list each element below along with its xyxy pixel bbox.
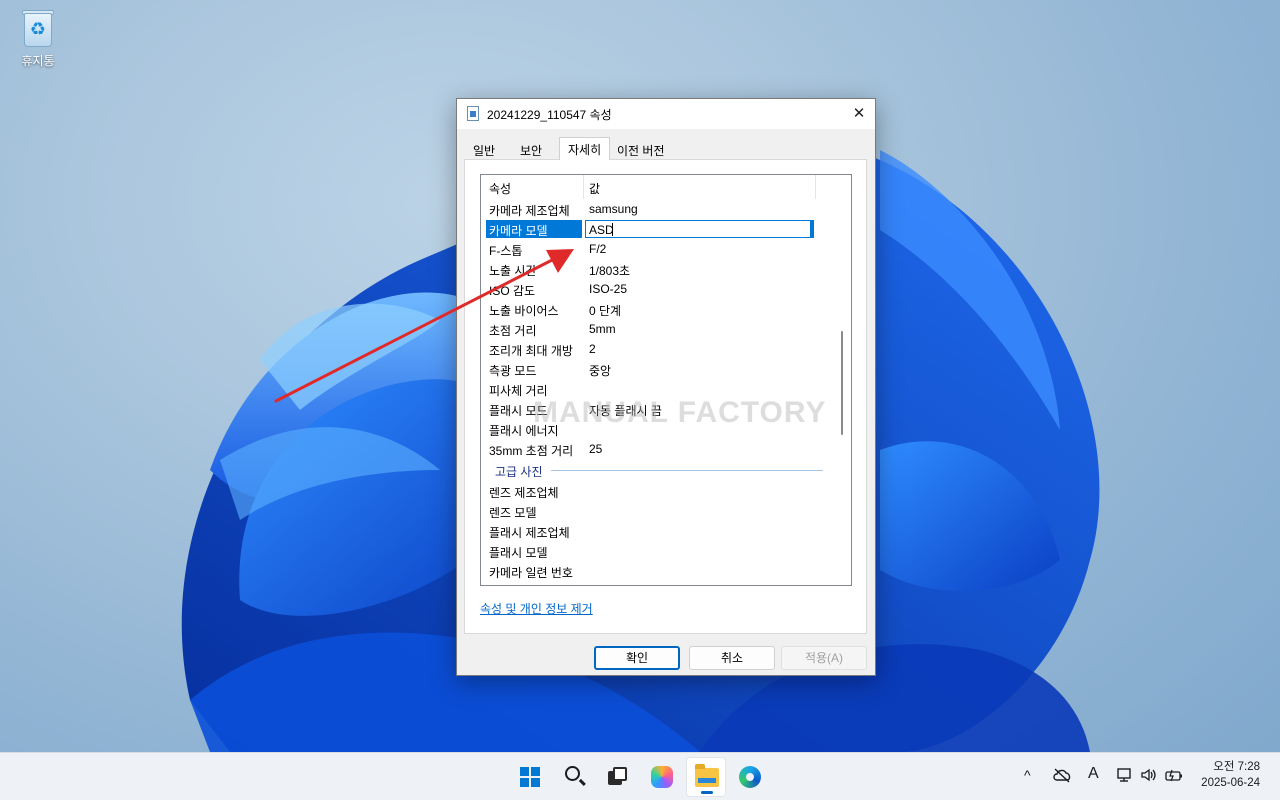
property-name: 조리개 최대 개방 [489, 344, 573, 358]
start-button[interactable] [510, 757, 550, 797]
cancel-button[interactable]: 취소 [689, 646, 775, 670]
tab-general[interactable]: 일반 [465, 139, 503, 159]
search-button[interactable] [554, 757, 594, 797]
tab-previous-versions[interactable]: 이전 버전 [609, 139, 673, 159]
list-item[interactable]: 측광 모드 중앙 [481, 359, 835, 379]
list-item[interactable]: 플래시 제조업체 [481, 521, 835, 541]
taskbar: ^ A 오전 7:28 2025-06-24 [0, 752, 1280, 800]
list-item[interactable]: 35mm 초점 거리 25 [481, 439, 835, 459]
property-name: F-스톱 [489, 244, 523, 258]
list-item[interactable]: 노출 바이어스 0 단계 [481, 299, 835, 319]
chevron-up-icon[interactable]: ^ [1024, 767, 1031, 783]
recycle-bin-label: 휴지통 [21, 54, 55, 68]
ok-button[interactable]: 확인 [594, 646, 680, 670]
ime-mode-indicator[interactable]: A [1088, 765, 1099, 783]
copilot-icon [651, 766, 673, 788]
recycle-bin-shortcut[interactable]: ♻ 휴지통 [12, 8, 64, 69]
property-name: 초점 거리 [489, 324, 537, 338]
list-header: 속성 값 [481, 175, 835, 199]
property-name: 카메라 모델 [489, 224, 548, 238]
network-icon[interactable] [1116, 767, 1134, 786]
tab-security[interactable]: 보안 [512, 139, 550, 159]
list-item[interactable]: 조리개 최대 개방 2 [481, 339, 835, 359]
property-name: 측광 모드 [489, 364, 537, 378]
property-value: 0 단계 [589, 304, 622, 318]
cloud-offline-icon[interactable] [1052, 767, 1072, 786]
text-caret [612, 223, 613, 236]
property-name: 카메라 일련 번호 [489, 566, 573, 580]
close-icon[interactable]: ✕ [843, 99, 875, 129]
list-item[interactable]: 렌즈 모델 [481, 501, 835, 521]
volume-icon[interactable] [1140, 767, 1158, 786]
property-value: 2 [589, 342, 596, 356]
vertical-scrollbar[interactable] [834, 175, 851, 585]
watermark: MANUAL FACTORY [533, 396, 827, 429]
camera-model-edit-field[interactable]: ASD [585, 220, 811, 238]
column-header-property[interactable]: 속성 [489, 180, 511, 197]
group-header-advanced-photo: 고급 사진 [481, 459, 835, 481]
list-item[interactable]: ISO 감도 ISO-25 [481, 279, 835, 299]
property-name: 플래시 제조업체 [489, 526, 570, 540]
clock-date: 2025-06-24 [1201, 777, 1260, 789]
details-panel: 속성 값 카메라 제조업체 samsung 카메라 모델 ASD F-스톱 F/… [464, 159, 867, 634]
column-header-value[interactable]: 값 [589, 180, 600, 197]
search-icon [565, 766, 580, 781]
windows-logo-icon [520, 767, 540, 787]
scrollbar-thumb[interactable] [841, 331, 843, 435]
folder-icon [695, 764, 719, 787]
remove-properties-link[interactable]: 속성 및 개인 정보 제거 [480, 600, 593, 617]
list-item[interactable]: 렌즈 제조업체 [481, 481, 835, 501]
property-value: 25 [589, 442, 603, 456]
list-item[interactable]: F-스톱 F/2 [481, 239, 835, 259]
image-file-icon [467, 106, 479, 121]
battery-icon[interactable] [1164, 767, 1184, 786]
list-item[interactable]: 카메라 일련 번호 [481, 561, 835, 581]
property-name: ISO 감도 [489, 284, 536, 298]
property-name: 렌즈 모델 [489, 506, 537, 520]
active-indicator [701, 791, 713, 794]
property-value: 1/803초 [589, 264, 631, 278]
property-value: F/2 [589, 242, 607, 256]
property-value: 5mm [589, 322, 616, 336]
properties-dialog: 20241229_110547 속성 ✕ 일반 보안 자세히 이전 버전 속성 … [456, 98, 876, 676]
list-rows: 카메라 제조업체 samsung 카메라 모델 ASD F-스톱 F/2 노출 … [481, 199, 835, 581]
property-value: 중앙 [589, 364, 612, 378]
property-value: ISO-25 [589, 282, 628, 296]
property-name: 렌즈 제조업체 [489, 486, 559, 500]
property-name: 노출 시간 [489, 264, 537, 278]
clock-time: 오전 7:28 [1213, 761, 1260, 773]
list-item-selected[interactable]: 카메라 모델 ASD [481, 219, 835, 239]
dialog-title: 20241229_110547 속성 [487, 108, 612, 122]
list-item[interactable]: 노출 시간 1/803초 [481, 259, 835, 279]
property-value: samsung [589, 202, 638, 216]
property-value: ASD [589, 223, 614, 237]
apply-button[interactable]: 적용(A) [781, 646, 867, 670]
recycle-bin-icon: ♻ [20, 8, 56, 48]
edge-browser-button[interactable] [730, 757, 770, 797]
group-divider [551, 470, 823, 471]
list-item[interactable]: 플래시 모델 [481, 541, 835, 561]
tab-strip: 일반 보안 자세히 이전 버전 [465, 137, 867, 160]
property-name: 카메라 제조업체 [489, 204, 570, 218]
properties-list[interactable]: 속성 값 카메라 제조업체 samsung 카메라 모델 ASD F-스톱 F/… [480, 174, 852, 586]
list-item[interactable]: 초점 거리 5mm [481, 319, 835, 339]
dialog-titlebar[interactable]: 20241229_110547 속성 ✕ [457, 99, 875, 129]
list-item[interactable]: 카메라 제조업체 samsung [481, 199, 835, 219]
group-label: 고급 사진 [495, 465, 543, 479]
property-name: 35mm 초점 거리 [489, 444, 574, 458]
edge-icon [739, 766, 761, 788]
file-explorer-button[interactable] [686, 757, 726, 797]
task-view-button[interactable] [598, 757, 638, 797]
copilot-button[interactable] [642, 757, 682, 797]
tab-details[interactable]: 자세히 [559, 137, 611, 160]
system-clock[interactable]: 오전 7:28 2025-06-24 [1201, 759, 1260, 791]
property-name: 노출 바이어스 [489, 304, 559, 318]
property-name: 플래시 모델 [489, 546, 548, 560]
